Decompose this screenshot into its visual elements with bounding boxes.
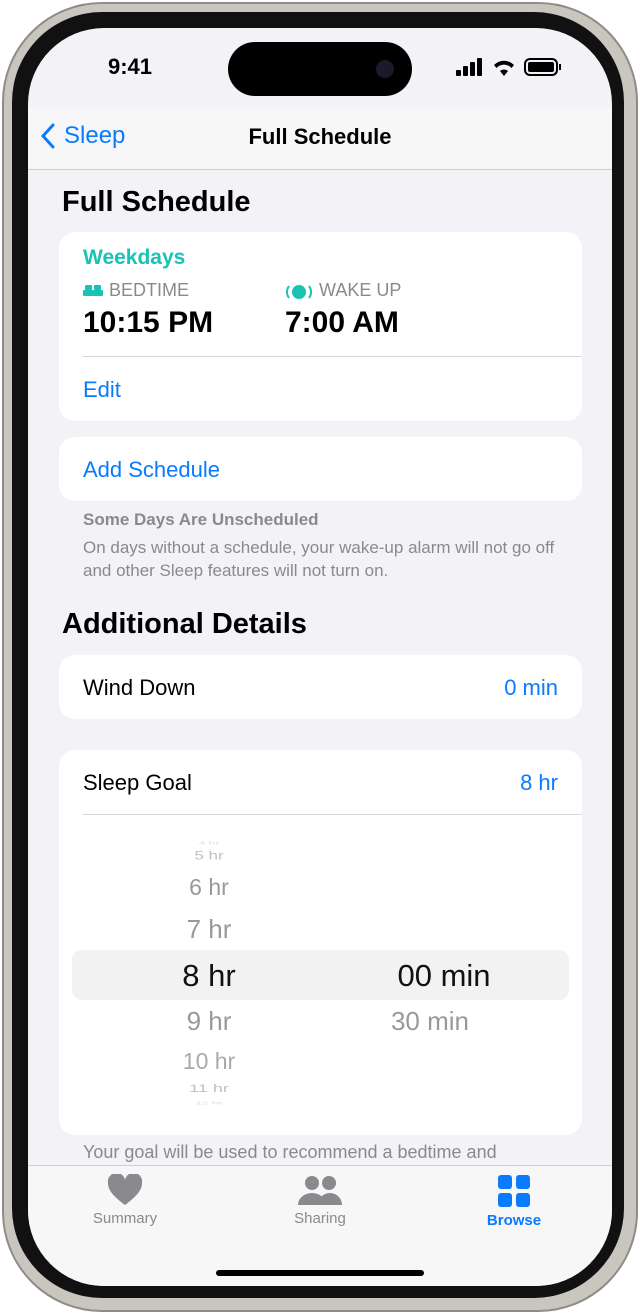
picker-hour-selected: 8 hr [182, 958, 236, 993]
picker-hour: 10 hr [182, 1048, 236, 1074]
tab-label: Browse [486, 1212, 542, 1229]
signal-icon [456, 58, 482, 76]
camera-icon [376, 60, 394, 78]
wind-down-label: Wind Down [83, 675, 196, 700]
picker-minute-selected: 00 min [397, 958, 491, 993]
schedule-card: Weekdays BEDTIME 10:15 PM WAKE UP 7:00 A… [59, 232, 582, 421]
screen: 9:41 Sleep Full Schedule Full Schedule W… [28, 28, 612, 1286]
nav-title: Full Schedule [248, 124, 392, 149]
alarm-icon [286, 284, 312, 299]
picker-minute: 30 min [390, 1006, 470, 1036]
wake-value: 7:00 AM [285, 306, 399, 339]
home-indicator[interactable] [216, 1270, 424, 1276]
status-time: 9:41 [108, 54, 153, 79]
edit-button[interactable]: Edit [83, 377, 121, 403]
picker-hour: 6 hr [189, 874, 229, 900]
section-title-details: Additional Details [62, 608, 307, 640]
people-icon [298, 1176, 342, 1205]
picker-hour: 4 hr [198, 840, 220, 846]
wifi-icon [494, 60, 514, 76]
section-title-schedule: Full Schedule [62, 186, 251, 218]
divider [83, 814, 582, 815]
bedtime-label: BEDTIME [109, 280, 190, 300]
note-text: On days without a schedule, your wake-up… [83, 538, 555, 580]
footer-text: Your goal will be used to recommend a be… [83, 1142, 497, 1162]
wind-down-value: 0 min [504, 675, 558, 700]
bed-icon [83, 284, 103, 296]
tab-bar: Summary Sharing Browse [28, 1165, 612, 1286]
picker-hour: 9 hr [186, 1006, 232, 1036]
wind-down-row[interactable]: Wind Down 0 min [59, 655, 582, 719]
sleep-goal-value[interactable]: 8 hr [520, 770, 558, 796]
add-schedule-card[interactable]: Add Schedule [59, 437, 582, 501]
navigation-bar: Sleep Full Schedule [28, 108, 612, 170]
schedule-group: Weekdays [83, 246, 186, 269]
bedtime-value: 10:15 PM [83, 306, 214, 339]
grid-icon [498, 1175, 530, 1207]
tab-label: Summary [92, 1210, 158, 1227]
battery-icon [524, 58, 561, 76]
picker-hour: 7 hr [186, 914, 232, 944]
hour-wheel[interactable]: 4 hr 5 hr 6 hr 7 hr 8 hr 9 hr 10 hr 11 h… [149, 840, 269, 1110]
tab-sharing[interactable]: Sharing [260, 1174, 380, 1227]
tab-summary[interactable]: Summary [65, 1172, 185, 1227]
sleep-goal-card: Sleep Goal 8 hr 4 hr 5 hr 6 hr 7 hr 8 hr… [59, 750, 582, 1135]
tab-label: Sharing [294, 1210, 346, 1227]
dynamic-island [228, 42, 412, 96]
heart-icon [107, 1172, 143, 1205]
tab-browse[interactable]: Browse [454, 1174, 574, 1229]
picker-hour: 5 hr [194, 849, 224, 863]
picker-hour: 12 hr [195, 1100, 223, 1106]
divider [83, 356, 582, 357]
minute-wheel[interactable]: 00 min 30 min [369, 840, 519, 1110]
picker-hour: 11 hr [189, 1082, 229, 1095]
sleep-goal-label: Sleep Goal [83, 770, 192, 795]
wake-label: WAKE UP [319, 280, 402, 300]
note-title: Some Days Are Unscheduled [83, 510, 319, 529]
add-schedule-button[interactable]: Add Schedule [83, 457, 220, 483]
